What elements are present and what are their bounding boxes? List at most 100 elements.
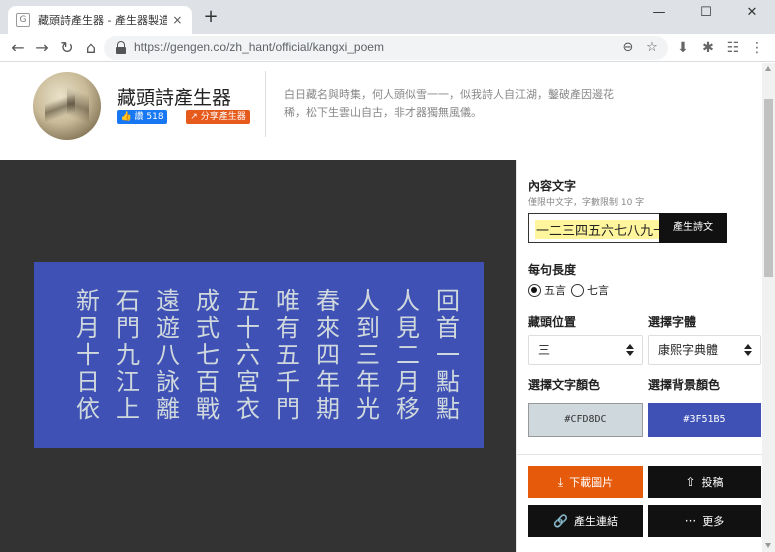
profile-icon[interactable]: ☷ xyxy=(722,37,744,59)
poem-char: 十 xyxy=(236,314,260,342)
poem-char: 年 xyxy=(356,368,380,396)
poem-char: 石 xyxy=(116,287,140,315)
poem-char: 遠 xyxy=(156,287,180,315)
radio-unchecked-icon[interactable] xyxy=(571,283,584,297)
poem-char: 江 xyxy=(116,368,140,396)
settings-panel: 內容文字 僅限中文字，字數限制 10 字 一二三四五六七八九十 產生詩文 每句長… xyxy=(516,160,763,552)
bg-color-picker[interactable]: #3F51B5 xyxy=(648,403,761,437)
back-icon[interactable]: ← xyxy=(6,36,30,60)
upload-icon: ⇧ xyxy=(685,475,696,489)
link-label: 產生連結 xyxy=(573,515,618,528)
poem-char: 一 xyxy=(436,341,460,369)
poem-char: 依 xyxy=(76,395,100,423)
poem-char: 四 xyxy=(316,341,340,369)
content-hint: 僅限中文字，字數限制 10 字 xyxy=(528,198,645,208)
browser-tab-active[interactable]: G 藏頭詩產生器 - 產生器製造機⚡ × xyxy=(8,6,192,34)
radio-seven-words[interactable]: 七言 xyxy=(571,282,609,298)
download-image-button[interactable]: ⤓ 下載圖片 xyxy=(528,466,643,498)
poem-column: 新月十日依 xyxy=(72,288,104,423)
position-label: 藏頭位置 xyxy=(528,315,577,329)
font-select[interactable]: 康熙字典體 xyxy=(648,335,761,365)
font-select-value: 康熙字典體 xyxy=(658,343,719,357)
poem-char: 來 xyxy=(316,314,340,342)
poem-char: 春 xyxy=(316,287,340,315)
poem-column: 回首一點點 xyxy=(432,288,464,423)
generate-link-button[interactable]: 🔗 產生連結 xyxy=(528,505,643,537)
poem-char: 式 xyxy=(196,314,220,342)
poem-char: 回 xyxy=(436,287,460,315)
position-select[interactable]: 三 xyxy=(528,335,643,365)
download-label: 下載圖片 xyxy=(569,476,614,489)
poem-char: 點 xyxy=(436,368,460,396)
download-extension-icon[interactable]: ⬇ xyxy=(672,37,694,59)
browser-menu-icon[interactable]: ⋮ xyxy=(746,37,768,59)
download-icon: ⤓ xyxy=(557,475,564,489)
panel-divider xyxy=(517,454,763,455)
poem-char: 上 xyxy=(116,395,140,423)
poem-image: 回首一點點人見二月移人到三年光春來四年期唯有五千門五十六宮衣成式七百戰遠遊八詠離… xyxy=(34,262,484,448)
poem-char: 人 xyxy=(356,287,380,315)
close-window-icon[interactable]: ✕ xyxy=(729,0,775,30)
browser-toolbar: ← → ↻ ⌂ https://gengen.co/zh_hant/offici… xyxy=(0,34,775,62)
reload-icon[interactable]: ↻ xyxy=(55,36,79,60)
maximize-icon[interactable]: ☐ xyxy=(683,0,729,30)
poem-char: 月 xyxy=(76,314,100,342)
submit-button[interactable]: ⇧ 投稿 xyxy=(648,466,761,498)
poem-char: 遊 xyxy=(156,314,180,342)
poem-char: 宮 xyxy=(236,368,260,396)
scroll-thumb[interactable] xyxy=(764,99,773,277)
poem-column: 遠遊八詠離 xyxy=(152,288,184,423)
poem-char: 到 xyxy=(356,314,380,342)
poem-char: 日 xyxy=(76,368,100,396)
scroll-up-icon[interactable] xyxy=(765,66,771,71)
home-icon[interactable]: ⌂ xyxy=(79,36,103,60)
radio-five-words[interactable]: 五言 xyxy=(528,282,566,298)
submit-label: 投稿 xyxy=(701,476,724,489)
bookmark-star-icon[interactable]: ☆ xyxy=(642,38,662,58)
forward-icon[interactable]: → xyxy=(30,36,54,60)
extensions-puzzle-icon[interactable]: ✱ xyxy=(697,37,719,59)
generate-poem-button[interactable]: 產生詩文 xyxy=(659,213,727,243)
line-length-label: 每句長度 xyxy=(528,263,577,277)
poem-column: 人見二月移 xyxy=(392,288,424,423)
scroll-down-icon[interactable] xyxy=(765,543,771,548)
poem-char: 移 xyxy=(396,395,420,423)
page-scrollbar[interactable] xyxy=(762,63,775,552)
url-text[interactable]: https://gengen.co/zh_hant/official/kangx… xyxy=(134,40,384,54)
poem-char: 七 xyxy=(196,341,220,369)
link-icon: 🔗 xyxy=(553,514,568,528)
poem-char: 年 xyxy=(316,368,340,396)
content-text-value: 一二三四五六七八九十 xyxy=(535,220,660,239)
address-bar[interactable]: https://gengen.co/zh_hant/official/kangx… xyxy=(104,36,668,60)
content-label: 內容文字 xyxy=(528,179,577,193)
zoom-icon[interactable]: ⊖ xyxy=(618,38,638,58)
poem-char: 二 xyxy=(396,341,420,369)
poem-char: 門 xyxy=(276,395,300,423)
facebook-like-button[interactable]: 👍 讚 518 xyxy=(117,110,167,124)
font-label: 選擇字體 xyxy=(648,315,697,329)
poem-char: 光 xyxy=(356,395,380,423)
poem-char: 離 xyxy=(156,395,180,423)
poem-column: 五十六宮衣 xyxy=(232,288,264,423)
poem-char: 月 xyxy=(396,368,420,396)
close-tab-icon[interactable]: × xyxy=(171,13,184,27)
browser-tabstrip: G 藏頭詩產生器 - 產生器製造機⚡ × + — ☐ ✕ xyxy=(0,0,775,34)
poem-char: 人 xyxy=(396,287,420,315)
favicon-icon: G xyxy=(16,13,30,27)
poem-char: 見 xyxy=(396,314,420,342)
more-button[interactable]: ··· 更多 xyxy=(648,505,761,537)
select-arrows-icon xyxy=(744,344,752,356)
share-generator-button[interactable]: ↗ 分享產生器 xyxy=(186,110,250,124)
lock-icon[interactable] xyxy=(116,41,126,55)
page-title: 藏頭詩產生器 xyxy=(117,87,232,109)
poem-char: 點 xyxy=(436,395,460,423)
new-tab-button[interactable]: + xyxy=(200,6,222,28)
poem-char: 六 xyxy=(236,341,260,369)
poem-char: 戰 xyxy=(196,395,220,423)
more-label: 更多 xyxy=(702,515,725,528)
text-color-picker[interactable]: #CFD8DC xyxy=(528,403,643,437)
radio-checked-icon[interactable] xyxy=(528,283,541,297)
minimize-icon[interactable]: — xyxy=(636,0,682,30)
poem-char: 千 xyxy=(276,368,300,396)
content-text-input[interactable]: 一二三四五六七八九十 xyxy=(528,213,660,243)
